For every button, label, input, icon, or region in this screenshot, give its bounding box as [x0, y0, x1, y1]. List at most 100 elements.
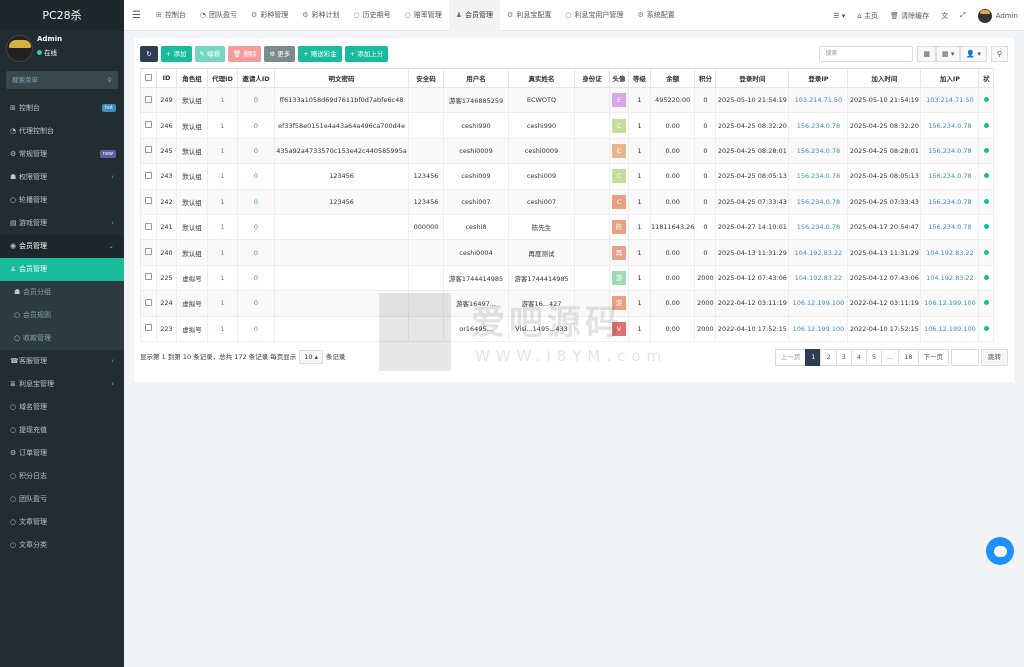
jump-button[interactable]: 跳转 — [981, 349, 1008, 366]
sidebar-item[interactable]: ○ 会员规则 — [0, 304, 124, 327]
cell-inviter[interactable]: 0 — [237, 137, 275, 165]
cell-login_ip[interactable]: 106.12.199.100 — [788, 315, 849, 342]
sidebar-item[interactable]: ☎客服管理 ‹ — [0, 350, 124, 373]
refresh-button[interactable]: ↻ — [140, 46, 158, 62]
checkbox-icon[interactable] — [145, 121, 152, 129]
cell-agent[interactable]: 1 — [207, 137, 238, 165]
cell-inviter[interactable]: 0 — [237, 188, 275, 215]
tab-8[interactable]: ○ 利息宝用户管理 — [558, 0, 630, 31]
cell-login_ip[interactable]: 103.214.71.50 — [788, 86, 849, 114]
table-row[interactable]: 249 默认组 1 0 ff6133a1058d69d7611bf0d7abfe6c48… — [140, 86, 995, 114]
cell-agent[interactable]: 1 — [207, 315, 238, 342]
cell-login_ip[interactable]: 104.192.83.22 — [788, 264, 849, 292]
tab-6[interactable]: ♟ 会员管理 — [448, 0, 501, 31]
tab-9[interactable]: ⚙ 系统配置 — [630, 0, 681, 31]
page-jump-input[interactable] — [951, 349, 979, 366]
row-checkbox[interactable] — [140, 163, 157, 190]
table-row[interactable]: 241 默认组 1 0 000000 ceshi8 陈先生陈 1 11811643.26 0 202… — [140, 213, 995, 241]
table-row[interactable]: 242 默认组 1 0 123456 123456 ceshi007 ceshi007 C 1 0.… — [140, 188, 995, 215]
sidebar-item[interactable]: ⊞ 控制台 hot — [0, 97, 124, 120]
column-header[interactable]: 加入IP — [920, 68, 980, 88]
cell-join_ip[interactable]: 156.234.0.78 — [920, 112, 980, 139]
row-checkbox[interactable] — [140, 264, 157, 292]
columns-button[interactable]: ▦ ▾ — [936, 46, 961, 62]
cell-join_ip[interactable]: 104.192.83.22 — [920, 239, 980, 266]
column-header[interactable]: 状 — [978, 68, 995, 88]
page-button[interactable]: 1 — [805, 349, 822, 366]
checkbox-icon[interactable] — [145, 248, 152, 256]
table-row[interactable]: 225 虚拟号 1 0 游客1744414985 游客1744414985 游 1 0.00 20… — [140, 264, 995, 292]
cell-inviter[interactable]: 0 — [237, 264, 275, 292]
toggle-view-button[interactable]: ▦ — [917, 46, 937, 62]
cell-join_ip[interactable]: 156.234.0.78 — [920, 213, 980, 241]
home-link[interactable]: ⌂ 主页 — [851, 11, 884, 21]
sidebar-toggle-icon[interactable]: ☰ — [124, 10, 149, 21]
cell-login_ip[interactable]: 156.234.0.78 — [788, 112, 849, 139]
cell-join_ip[interactable]: 156.234.0.78 — [920, 163, 980, 190]
cell-inviter[interactable]: 0 — [237, 239, 275, 266]
tab-2[interactable]: ⚙ 彩种管理 — [244, 0, 295, 31]
page-button[interactable]: 18 — [898, 349, 919, 366]
row-checkbox[interactable] — [140, 315, 157, 342]
row-checkbox[interactable] — [140, 239, 157, 266]
cell-join_ip[interactable]: 106.12.199.100 — [920, 315, 980, 342]
column-header[interactable]: 登录时间 — [715, 68, 790, 88]
sidebar-item[interactable]: ○ 积分日志 — [0, 465, 124, 488]
sidebar-item[interactable]: ○ 收款管理 — [0, 327, 124, 350]
cell-join_ip[interactable]: 156.234.0.78 — [920, 137, 980, 165]
app-title[interactable]: PC28杀 — [0, 0, 124, 31]
table-row[interactable]: 245 默认组 1 0 435a92a4733570c153e42c440585995a… — [140, 137, 995, 165]
column-header[interactable]: 邀请人ID — [237, 68, 275, 88]
search-toggle-button[interactable]: ⚲ — [990, 46, 1008, 62]
checkbox-icon[interactable] — [145, 324, 152, 332]
cell-agent[interactable]: 1 — [207, 86, 238, 114]
sidebar-item[interactable]: ⚙ 常规管理 new — [0, 143, 124, 166]
cell-login_ip[interactable]: 156.234.0.78 — [788, 137, 849, 165]
select-all-checkbox[interactable] — [140, 68, 157, 88]
column-header[interactable]: 积分 — [694, 68, 717, 88]
column-header[interactable]: 登录IP — [788, 68, 849, 88]
cell-agent[interactable]: 1 — [207, 163, 238, 190]
column-header[interactable]: 用户名 — [443, 68, 509, 88]
page-button[interactable]: ... — [881, 349, 900, 366]
sidebar-item[interactable]: ⚙ 订单管理 — [0, 442, 124, 465]
column-header[interactable]: 身份证 — [574, 68, 610, 88]
column-header[interactable]: 明文密码 — [274, 68, 409, 88]
cell-agent[interactable]: 1 — [207, 188, 238, 215]
cell-login_ip[interactable]: 104.192.83.22 — [788, 239, 849, 266]
cell-agent[interactable]: 1 — [207, 239, 238, 266]
add-button[interactable]: + 添加 — [161, 46, 192, 62]
column-header[interactable]: 头像 — [609, 68, 629, 88]
sidebar-item[interactable]: ◔ 代理控制台 — [0, 120, 124, 143]
prev-page-button[interactable]: 上一页 — [774, 349, 807, 366]
checkbox-icon[interactable] — [145, 273, 152, 281]
cell-agent[interactable]: 1 — [207, 213, 238, 241]
sidebar-item[interactable]: ○ 轮播管理 — [0, 189, 124, 212]
cell-inviter[interactable]: 0 — [237, 290, 275, 317]
checkbox-icon[interactable] — [145, 171, 152, 179]
cell-join_ip[interactable]: 156.234.0.78 — [920, 188, 980, 215]
more-button[interactable]: ⚙ 更多 — [264, 46, 296, 62]
page-button[interactable]: 2 — [820, 349, 837, 366]
cell-login_ip[interactable]: 156.234.0.78 — [788, 213, 849, 241]
sidebar-item[interactable]: ○ 域名管理 — [0, 396, 124, 419]
tab-5[interactable]: ○ 赔率管理 — [398, 0, 449, 31]
checkbox-icon[interactable] — [145, 298, 152, 306]
row-checkbox[interactable] — [140, 290, 157, 317]
checkbox-icon[interactable] — [145, 222, 152, 230]
page-button[interactable]: 5 — [865, 349, 883, 366]
sidebar-item[interactable]: ○ 文章分类 — [0, 534, 124, 557]
menu-search-input[interactable]: 搜索菜单 ⚲ — [6, 71, 118, 89]
cell-inviter[interactable]: 0 — [237, 163, 275, 190]
sidebar-item[interactable]: ☗ 会员分组 — [0, 281, 124, 304]
cell-login_ip[interactable]: 106.12.199.100 — [788, 290, 849, 317]
cell-inviter[interactable]: 0 — [237, 112, 275, 139]
chat-support-icon[interactable] — [986, 537, 1014, 565]
column-header[interactable]: 代理ID — [207, 68, 238, 88]
cell-login_ip[interactable]: 156.234.0.78 — [788, 188, 849, 215]
fullscreen-icon[interactable]: ⤢ — [954, 11, 972, 20]
checkbox-icon[interactable] — [145, 146, 152, 154]
tab-0[interactable]: ⊞ 控制台 — [149, 0, 193, 31]
sidebar-item[interactable]: ♟ 会员管理 — [0, 258, 124, 281]
search-icon[interactable]: ⚲ — [107, 71, 112, 89]
